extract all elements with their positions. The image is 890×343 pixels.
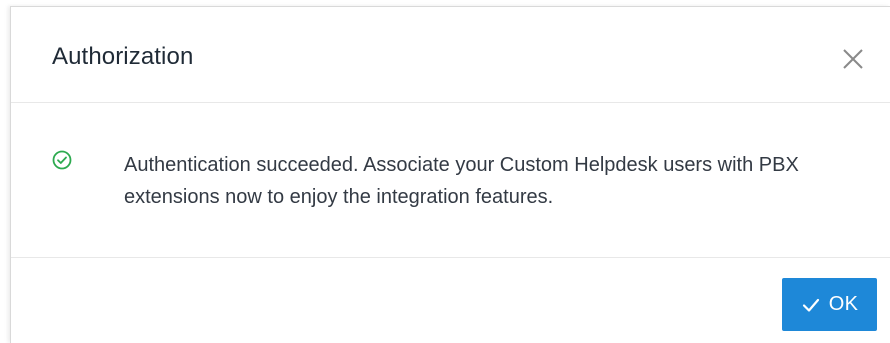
authorization-dialog: Authorization Authentication succeeded. …	[10, 6, 890, 343]
screen: Authorization Authentication succeeded. …	[0, 0, 890, 343]
dialog-message: Authentication succeeded. Associate your…	[124, 154, 799, 208]
close-icon	[843, 49, 863, 69]
ok-button-label: OK	[828, 293, 859, 315]
close-button[interactable]	[839, 45, 867, 73]
ok-button[interactable]: OK	[782, 278, 877, 331]
dialog-body: Authentication succeeded. Associate your…	[11, 103, 890, 258]
success-check-circle-icon	[52, 150, 72, 170]
checkmark-icon	[802, 298, 819, 312]
dialog-title: Authorization	[52, 43, 194, 70]
dialog-header: Authorization	[11, 7, 890, 103]
